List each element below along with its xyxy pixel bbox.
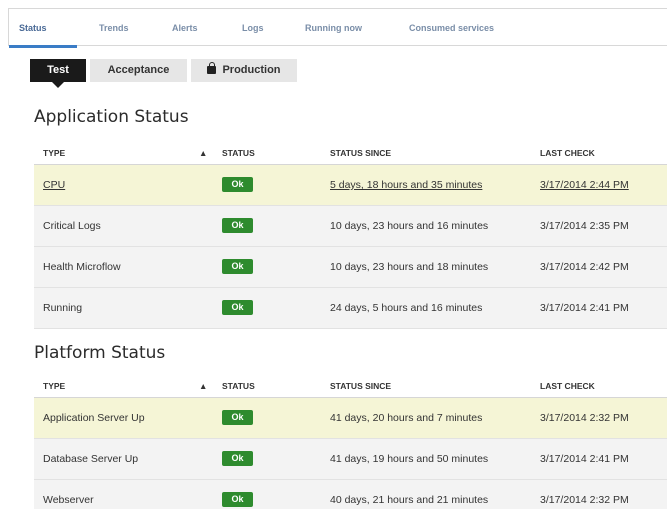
column-last-check[interactable]: LAST CHECK (540, 374, 595, 398)
row-last-check: 3/17/2014 2:32 PM (540, 494, 629, 506)
row-last-check: 3/17/2014 2:42 PM (540, 261, 629, 273)
env-acceptance-button[interactable]: Acceptance (90, 59, 187, 82)
column-status-since[interactable]: STATUS SINCE (330, 374, 391, 398)
application-status-table: TYPE ▲ STATUS STATUS SINCE LAST CHECK CP… (34, 141, 667, 329)
row-status-since: 41 days, 20 hours and 7 minutes (330, 412, 483, 424)
table-header: TYPE ▲ STATUS STATUS SINCE LAST CHECK (34, 374, 667, 398)
platform-status-title: Platform Status (34, 343, 166, 363)
status-badge: Ok (222, 218, 253, 233)
env-test-button[interactable]: Test (30, 59, 86, 88)
tab-logs[interactable]: Logs (242, 9, 264, 47)
tab-alerts[interactable]: Alerts (172, 9, 198, 47)
table-row[interactable]: Critical Logs Ok 10 days, 23 hours and 1… (34, 206, 667, 247)
active-tab-indicator (9, 45, 77, 48)
row-last-check[interactable]: 3/17/2014 2:44 PM (540, 165, 629, 206)
row-type-link[interactable]: CPU (43, 165, 65, 206)
tab-trends[interactable]: Trends (99, 9, 129, 47)
row-last-check: 3/17/2014 2:35 PM (540, 220, 629, 232)
table-row[interactable]: Running Ok 24 days, 5 hours and 16 minut… (34, 288, 667, 329)
row-last-check: 3/17/2014 2:32 PM (540, 412, 629, 424)
status-badge: Ok (222, 177, 253, 192)
row-type: Database Server Up (43, 453, 139, 465)
row-last-check: 3/17/2014 2:41 PM (540, 302, 629, 314)
row-status-since: 41 days, 19 hours and 50 minutes (330, 453, 489, 465)
column-status-since[interactable]: STATUS SINCE (330, 141, 391, 165)
top-tab-bar: Status Trends Alerts Logs Running now Co… (8, 8, 667, 48)
row-type: Running (43, 302, 83, 314)
env-production-label: Production (222, 64, 281, 76)
row-type: Application Server Up (43, 412, 145, 424)
table-header: TYPE ▲ STATUS STATUS SINCE LAST CHECK (34, 141, 667, 165)
row-type: Critical Logs (43, 220, 101, 232)
row-status-since: 40 days, 21 hours and 21 minutes (330, 494, 489, 506)
row-status-since[interactable]: 5 days, 18 hours and 35 minutes (330, 165, 482, 206)
status-badge: Ok (222, 492, 253, 507)
sort-asc-icon[interactable]: ▲ (199, 374, 207, 398)
row-type: Webserver (43, 494, 94, 506)
table-row[interactable]: Health Microflow Ok 10 days, 23 hours an… (34, 247, 667, 288)
column-type[interactable]: TYPE (43, 141, 65, 165)
env-production-button[interactable]: Production (191, 59, 297, 82)
platform-status-table: TYPE ▲ STATUS STATUS SINCE LAST CHECK Ap… (34, 374, 667, 509)
application-status-title: Application Status (34, 107, 189, 127)
lock-icon (207, 62, 217, 74)
column-type[interactable]: TYPE (43, 374, 65, 398)
row-status-since: 10 days, 23 hours and 16 minutes (330, 220, 489, 232)
column-status[interactable]: STATUS (222, 141, 255, 165)
tab-running-now[interactable]: Running now (305, 9, 362, 47)
table-row[interactable]: Database Server Up Ok 41 days, 19 hours … (34, 439, 667, 480)
row-status-since: 24 days, 5 hours and 16 minutes (330, 302, 483, 314)
status-badge: Ok (222, 259, 253, 274)
tab-status[interactable]: Status (19, 9, 47, 47)
status-badge: Ok (222, 410, 253, 425)
status-badge: Ok (222, 300, 253, 315)
table-row[interactable]: CPU Ok 5 days, 18 hours and 35 minutes 3… (34, 165, 667, 206)
column-status[interactable]: STATUS (222, 374, 255, 398)
table-row[interactable]: Application Server Up Ok 41 days, 20 hou… (34, 398, 667, 439)
row-status-since: 10 days, 23 hours and 18 minutes (330, 261, 489, 273)
status-badge: Ok (222, 451, 253, 466)
column-last-check[interactable]: LAST CHECK (540, 141, 595, 165)
row-last-check: 3/17/2014 2:41 PM (540, 453, 629, 465)
table-row[interactable]: Webserver Ok 40 days, 21 hours and 21 mi… (34, 480, 667, 509)
sort-asc-icon[interactable]: ▲ (199, 141, 207, 165)
tab-consumed-services[interactable]: Consumed services (409, 9, 494, 47)
row-type: Health Microflow (43, 261, 121, 273)
